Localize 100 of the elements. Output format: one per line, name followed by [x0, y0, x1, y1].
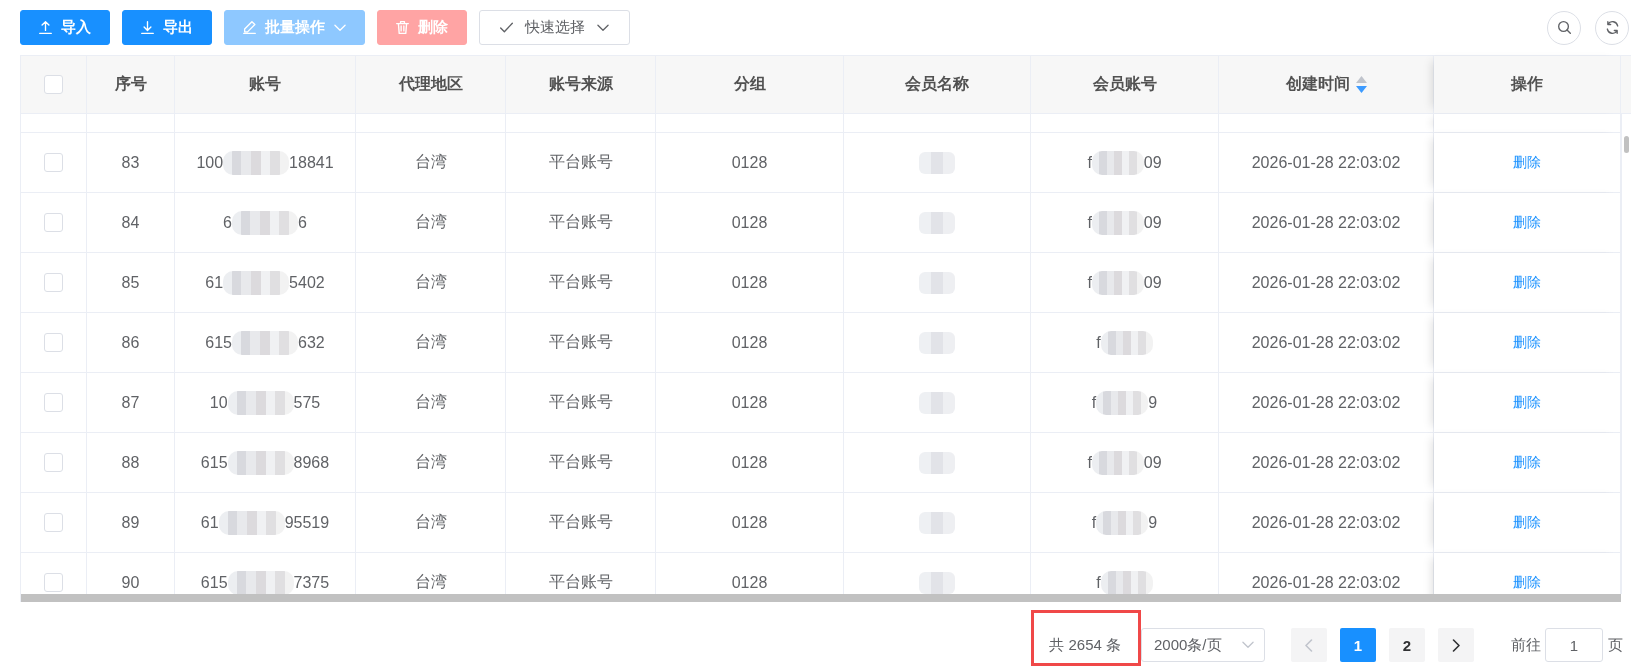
column-header: 序号 — [114, 74, 147, 94]
search-icon — [1557, 21, 1571, 34]
group-text: 0128 — [731, 153, 768, 172]
upload-icon — [39, 21, 52, 34]
region-text: 台湾 — [414, 152, 447, 172]
blurred-patch — [1096, 510, 1149, 535]
scrollbar-thumb[interactable] — [21, 594, 1621, 602]
next-page-button[interactable] — [1438, 628, 1474, 662]
account-text: 615 — [200, 453, 228, 472]
group-text: 0128 — [731, 273, 768, 292]
blurred-patch — [218, 510, 285, 535]
row-checkbox[interactable] — [44, 573, 63, 592]
account-text: 6 — [298, 213, 307, 232]
member-account-text: f — [1096, 333, 1101, 352]
account-text: 18841 — [289, 153, 334, 172]
total-count: 共 2654 条 — [1049, 635, 1121, 655]
column-header[interactable]: 创建时间 — [1285, 74, 1350, 95]
download-icon — [141, 21, 154, 34]
blurred-patch — [1091, 210, 1144, 235]
group-text: 0128 — [731, 213, 768, 232]
blurred-patch — [227, 450, 294, 475]
member-account-text: 09 — [1143, 273, 1162, 292]
member-account-text: f — [1087, 453, 1092, 472]
row-number: 90 — [121, 573, 140, 592]
select-all-checkbox[interactable] — [44, 75, 63, 94]
blurred-patch — [223, 150, 290, 175]
trash-icon — [396, 21, 409, 34]
row-number: 89 — [121, 513, 140, 532]
region-text: 台湾 — [414, 572, 447, 592]
member-account-text: f — [1087, 153, 1092, 172]
account-text: 61 — [200, 513, 219, 532]
source-text: 平台账号 — [548, 332, 613, 352]
created-time: 2026-01-28 22:03:02 — [1251, 333, 1401, 352]
source-text: 平台账号 — [548, 572, 613, 592]
row-checkbox[interactable] — [44, 273, 63, 292]
column-header: 代理地区 — [398, 74, 463, 94]
jump-label: 前往 — [1511, 635, 1541, 655]
blurred-patch — [223, 270, 290, 295]
page-button[interactable]: 2 — [1389, 628, 1425, 662]
delete-link[interactable]: 删除 — [1513, 393, 1541, 412]
delete-link[interactable]: 删除 — [1513, 213, 1541, 232]
member-account-text: f — [1087, 273, 1092, 292]
account-text: 5402 — [289, 273, 325, 292]
row-checkbox[interactable] — [44, 153, 63, 172]
row-number: 84 — [121, 213, 140, 232]
column-header: 操作 — [1511, 74, 1543, 94]
page-size-select[interactable]: 2000条/页 — [1141, 628, 1265, 662]
blurred-patch — [232, 210, 298, 235]
quick-select-button[interactable]: 快速选择 — [479, 10, 630, 45]
blurred-patch — [1091, 150, 1144, 175]
member-account-text: f — [1087, 213, 1092, 232]
account-text: 7375 — [293, 573, 330, 592]
member-account-text: 9 — [1148, 393, 1158, 412]
refresh-button[interactable] — [1595, 10, 1629, 45]
chevron-left-icon — [1305, 638, 1313, 652]
account-text: 8968 — [293, 453, 330, 472]
source-text: 平台账号 — [548, 272, 613, 292]
member-account-text: 09 — [1143, 453, 1162, 472]
group-text: 0128 — [731, 513, 768, 532]
account-text: 10 — [209, 393, 228, 412]
created-time: 2026-01-28 22:03:02 — [1251, 453, 1401, 472]
member-account-text: 9 — [1148, 513, 1158, 532]
row-checkbox[interactable] — [44, 393, 63, 412]
delete-link[interactable]: 删除 — [1513, 573, 1541, 592]
scrollbar-thumb[interactable] — [1624, 136, 1629, 153]
page-button[interactable]: 1 — [1340, 628, 1376, 662]
search-button[interactable] — [1547, 10, 1581, 45]
column-header: 账号来源 — [548, 74, 613, 94]
blurred-patch — [227, 570, 294, 594]
row-number: 87 — [121, 393, 140, 412]
member-account-text: 09 — [1143, 153, 1162, 172]
region-text: 台湾 — [414, 392, 447, 412]
sort-icon[interactable] — [1355, 76, 1367, 93]
row-checkbox[interactable] — [44, 213, 63, 232]
region-text: 台湾 — [414, 332, 447, 352]
account-text: 615 — [200, 573, 228, 592]
source-text: 平台账号 — [548, 452, 613, 472]
row-checkbox[interactable] — [44, 333, 63, 352]
region-text: 台湾 — [414, 272, 447, 292]
blurred-patch — [1091, 450, 1144, 475]
blurred-patch — [1096, 390, 1149, 415]
created-time: 2026-01-28 22:03:02 — [1251, 513, 1401, 532]
created-time: 2026-01-28 22:03:02 — [1251, 573, 1401, 592]
member-account-text: f — [1096, 573, 1101, 592]
delete-link[interactable]: 删除 — [1513, 333, 1541, 352]
region-text: 台湾 — [414, 452, 447, 472]
delete-link[interactable]: 删除 — [1513, 153, 1541, 172]
blurred-patch — [1100, 330, 1153, 355]
chevron-right-icon — [1452, 638, 1460, 652]
delete-link[interactable]: 删除 — [1513, 513, 1541, 532]
delete-link[interactable]: 删除 — [1513, 453, 1541, 472]
source-text: 平台账号 — [548, 512, 613, 532]
row-checkbox[interactable] — [44, 513, 63, 532]
import-button[interactable]: 导入 — [20, 10, 110, 45]
account-text: 575 — [293, 393, 321, 412]
member-account-text: f — [1091, 513, 1097, 532]
export-button[interactable]: 导出 — [122, 10, 212, 45]
row-checkbox[interactable] — [44, 453, 63, 472]
page-jump-input[interactable]: 1 — [1545, 628, 1603, 662]
delete-link[interactable]: 删除 — [1513, 273, 1541, 292]
